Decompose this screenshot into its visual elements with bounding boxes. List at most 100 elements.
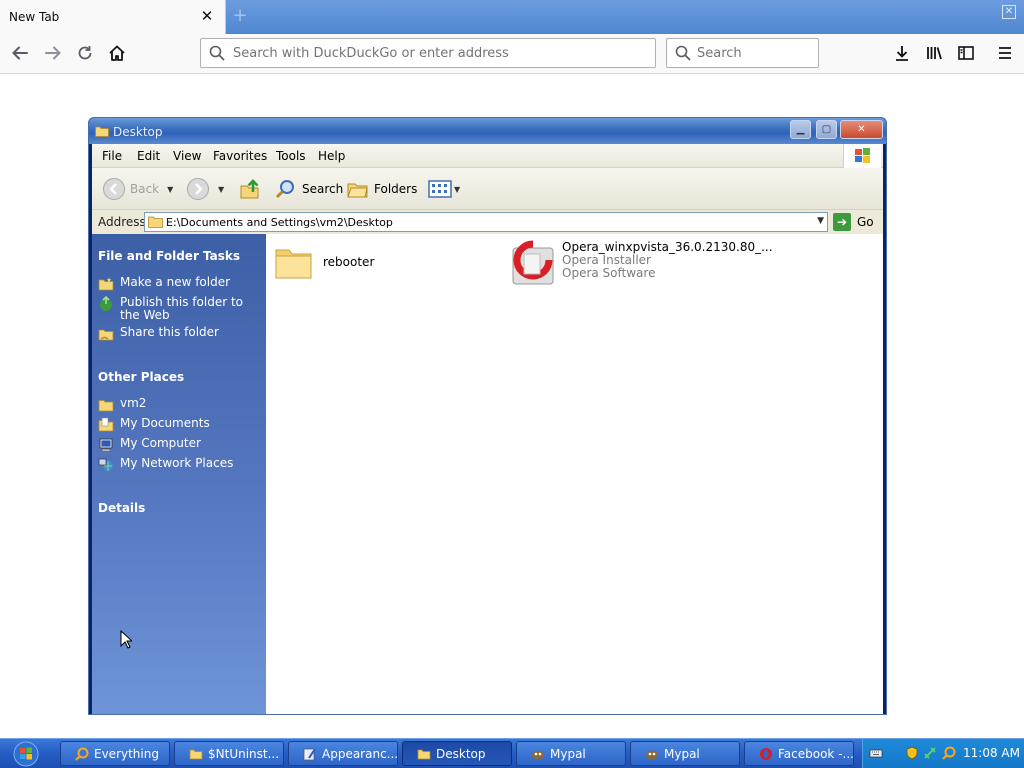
place-my-computer[interactable]: My Computer	[98, 437, 201, 453]
file-name: rebooter	[323, 255, 375, 269]
taskbar-button-ntuninst[interactable]: $NtUninst...	[174, 741, 284, 766]
security-shield-icon[interactable]	[905, 746, 919, 760]
address-dropdown-icon[interactable]: ▼	[817, 216, 824, 226]
file-item-rebooter[interactable]: rebooter	[274, 242, 374, 282]
forward-button[interactable]: ▼	[186, 176, 224, 202]
new-tab-plus-icon[interactable]: +	[230, 6, 250, 26]
new-folder-icon	[98, 276, 114, 292]
place-label: My Documents	[120, 416, 210, 430]
taskbar-button-everything[interactable]: Everything	[60, 741, 170, 766]
menu-file[interactable]: File	[102, 149, 122, 163]
maximize-button[interactable]: ▢	[816, 120, 837, 139]
mouse-cursor-icon	[120, 629, 134, 652]
folder-icon	[95, 125, 109, 140]
chevron-down-icon[interactable]: ▼	[454, 185, 460, 194]
file-folder-tasks-heading[interactable]: File and Folder Tasks	[98, 249, 240, 263]
task-label: Share this folder	[120, 325, 219, 339]
library-icon[interactable]	[919, 38, 949, 68]
views-button[interactable]: ▼	[428, 176, 460, 202]
folder-icon	[417, 747, 431, 761]
taskbar-button-facebook[interactable]: Facebook -...	[744, 741, 854, 766]
address-field[interactable]: E:\Documents and Settings\vm2\Desktop ▼	[144, 212, 828, 232]
sidebar-icon[interactable]	[951, 38, 981, 68]
up-folder-button[interactable]	[238, 176, 262, 202]
search-label: Search	[302, 182, 344, 196]
network-icon[interactable]	[923, 746, 937, 760]
task-share-folder[interactable]: Share this folder	[98, 326, 219, 342]
publish-web-icon	[98, 295, 114, 312]
window-titlebar[interactable]: Desktop ▁ ▢ ✕	[89, 118, 886, 144]
forward-arrow-icon[interactable]	[38, 38, 68, 68]
folder-icon	[98, 397, 114, 413]
windows-flag-icon	[843, 144, 881, 168]
back-button[interactable]: Back ▼	[102, 176, 173, 202]
menu-view[interactable]: View	[173, 149, 201, 163]
task-publish-to-web[interactable]: Publish this folder to the Web	[98, 296, 255, 322]
chevron-down-icon[interactable]: ▼	[167, 185, 173, 194]
start-button[interactable]	[4, 740, 48, 768]
place-label: My Computer	[120, 436, 201, 450]
task-label: Make a new folder	[120, 275, 231, 289]
back-arrow-icon[interactable]	[5, 38, 35, 68]
folders-label: Folders	[374, 182, 418, 196]
downloads-icon[interactable]	[887, 38, 917, 68]
tab-close-icon[interactable]: ✕	[199, 8, 215, 24]
search-icon	[275, 180, 294, 199]
reload-icon[interactable]	[70, 38, 100, 68]
folder-icon	[275, 249, 312, 279]
my-documents-icon	[98, 417, 114, 433]
taskbar-button-label: Mypal	[664, 746, 700, 761]
search-button[interactable]: Search	[274, 176, 343, 202]
folders-icon	[347, 183, 368, 198]
explorer-toolbar: Back ▼ ▼ Search Folders ▼	[92, 168, 883, 210]
other-places-heading[interactable]: Other Places	[98, 370, 184, 384]
taskbar-button-appearance[interactable]: Appearanc...	[288, 741, 398, 766]
taskbar-button-label: Facebook -...	[778, 746, 854, 761]
close-button[interactable]: ✕	[840, 120, 883, 139]
taskbar-button-label: Everything	[94, 746, 159, 761]
place-label: vm2	[120, 396, 147, 410]
search-everything-icon[interactable]	[942, 746, 956, 760]
task-make-new-folder[interactable]: Make a new folder	[98, 276, 230, 292]
menu-hamburger-icon[interactable]	[990, 38, 1020, 68]
minimize-button[interactable]: ▁	[790, 120, 811, 139]
window-close-icon[interactable]: ✕	[1002, 5, 1016, 19]
up-folder-icon	[240, 179, 259, 199]
menu-edit[interactable]: Edit	[137, 149, 160, 163]
network-places-icon	[98, 457, 114, 473]
tab-new-tab[interactable]: New Tab ✕	[0, 0, 226, 34]
place-my-network-places[interactable]: My Network Places	[98, 457, 233, 473]
taskbar-button-mypal-2[interactable]: Mypal	[630, 741, 740, 766]
place-vm2[interactable]: vm2	[98, 397, 146, 413]
address-bar[interactable]	[200, 38, 656, 68]
taskbar-button-label: Appearanc...	[322, 746, 398, 761]
place-label: My Network Places	[120, 456, 234, 470]
place-my-documents[interactable]: My Documents	[98, 417, 210, 433]
folders-button[interactable]: Folders	[346, 176, 417, 202]
taskbar-button-desktop[interactable]: Desktop	[402, 741, 512, 766]
browser-tab-strip: New Tab ✕ + ✕	[0, 0, 1024, 34]
tab-title: New Tab	[9, 10, 60, 24]
go-button[interactable]: ➔ Go	[833, 212, 874, 232]
address-input[interactable]	[233, 44, 633, 62]
keyboard-icon[interactable]	[869, 746, 883, 760]
chevron-down-icon[interactable]: ▼	[218, 185, 224, 194]
search-bar[interactable]	[666, 38, 819, 68]
mypal-icon	[531, 747, 545, 761]
explorer-window: Desktop ▁ ▢ ✕ File Edit View Favorites T…	[88, 117, 887, 715]
address-label: Address	[98, 215, 146, 229]
window-title: Desktop	[113, 125, 163, 139]
task-label: Publish this folder to the Web	[120, 295, 243, 322]
menu-help[interactable]: Help	[318, 149, 345, 163]
file-item-opera-installer[interactable]: Opera_winxpvista_36.0.2130.80_... Opera …	[510, 240, 773, 288]
menu-favorites[interactable]: Favorites	[213, 149, 267, 163]
share-folder-icon	[98, 326, 114, 342]
search-input[interactable]	[697, 44, 809, 62]
home-icon[interactable]	[102, 38, 132, 68]
clock[interactable]: 11:08 AM	[963, 746, 1020, 760]
menu-bar: File Edit View Favorites Tools Help	[92, 144, 883, 168]
details-heading[interactable]: Details	[98, 501, 145, 515]
taskbar-button-mypal-1[interactable]: Mypal	[516, 741, 626, 766]
appearance-icon	[303, 747, 317, 761]
menu-tools[interactable]: Tools	[276, 149, 306, 163]
